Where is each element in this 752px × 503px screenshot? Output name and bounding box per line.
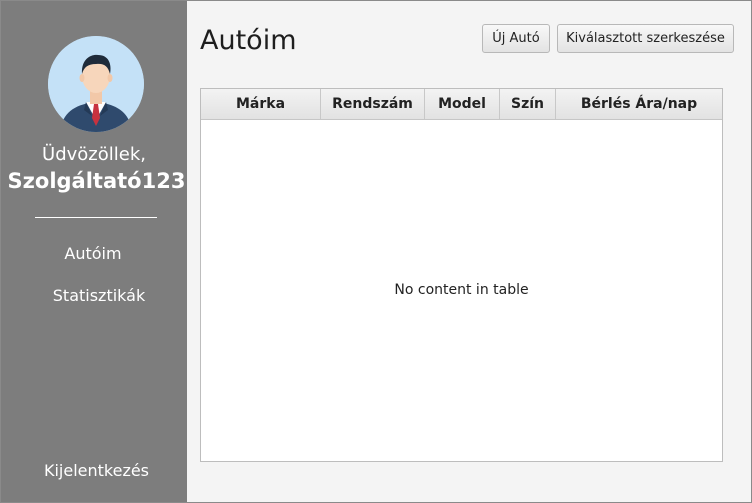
column-header-model[interactable]: Model [425, 89, 500, 119]
table-empty-placeholder: No content in table [394, 282, 529, 298]
sidebar: Üdvözöllek, Szolgáltató123 Autóim Statis… [1, 1, 187, 502]
sidebar-divider [35, 217, 157, 218]
username: Szolgáltató123 [7, 169, 186, 193]
edit-selected-button[interactable]: Kiválasztott szerkeszése [557, 24, 734, 53]
logout-button[interactable]: Kijelentkezés [1, 461, 192, 480]
user-avatar-icon [48, 36, 144, 132]
new-car-button[interactable]: Új Autó [482, 24, 550, 53]
column-header-daily-price[interactable]: Bérlés Ára/nap [556, 89, 722, 119]
sidebar-item-my-cars[interactable]: Autóim [0, 244, 186, 263]
app-window: Üdvözöllek, Szolgáltató123 Autóim Statis… [0, 0, 752, 503]
page-title: Autóim [200, 25, 297, 56]
column-header-color[interactable]: Szín [500, 89, 556, 119]
sidebar-item-statistics[interactable]: Statisztikák [6, 286, 192, 305]
column-header-plate[interactable]: Rendszám [321, 89, 425, 119]
column-header-brand[interactable]: Márka [201, 89, 321, 119]
cars-table[interactable]: Márka Rendszám Model Szín Bérlés Ára/nap… [200, 88, 723, 462]
table-header: Márka Rendszám Model Szín Bérlés Ára/nap [201, 89, 722, 120]
welcome-text: Üdvözöllek, [42, 144, 146, 165]
